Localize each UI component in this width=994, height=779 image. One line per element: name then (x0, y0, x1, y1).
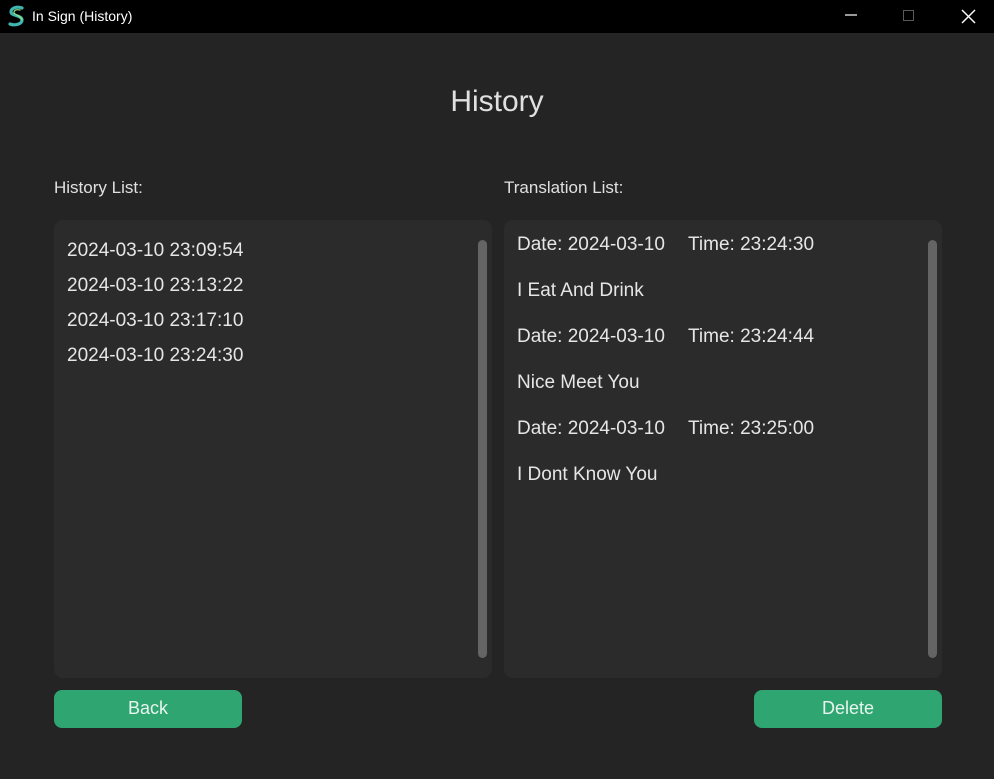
history-list[interactable]: 2024-03-10 23:09:54 2024-03-10 23:13:22 … (54, 220, 492, 678)
translation-time: Time: 23:24:30 (688, 234, 815, 255)
window-title: In Sign (History) (32, 8, 133, 24)
maximize-icon (903, 10, 914, 21)
translation-list-label: Translation List: (504, 178, 624, 197)
translation-text: I Dont Know You (517, 464, 658, 485)
page-title: History (450, 85, 544, 118)
translation-text: I Eat And Drink (517, 280, 644, 301)
app-logo-icon (7, 5, 26, 27)
minimize-button[interactable] (822, 0, 880, 33)
history-item[interactable]: 2024-03-10 23:09:54 (67, 240, 243, 262)
translation-text: Nice Meet You (517, 372, 640, 393)
translation-list-scrollbar[interactable] (928, 240, 937, 658)
minimize-icon (845, 14, 857, 16)
translation-list: Date: 2024-03-10 Time: 23:24:30 I Eat An… (504, 220, 942, 678)
back-button[interactable]: Back (54, 690, 242, 728)
history-item[interactable]: 2024-03-10 23:17:10 (67, 310, 243, 332)
maximize-button[interactable] (880, 0, 938, 33)
history-item[interactable]: 2024-03-10 23:13:22 (67, 275, 243, 297)
translation-date: Date: 2024-03-10 (517, 326, 665, 347)
translation-time: Time: 23:24:44 (688, 326, 815, 347)
delete-button[interactable]: Delete (754, 690, 942, 728)
translation-date: Date: 2024-03-10 (517, 418, 665, 439)
close-button[interactable] (938, 0, 994, 33)
history-item[interactable]: 2024-03-10 23:24:30 (67, 345, 243, 367)
translation-time: Time: 23:25:00 (688, 418, 815, 439)
history-list-scrollbar[interactable] (478, 240, 487, 658)
translation-date: Date: 2024-03-10 (517, 234, 665, 255)
history-list-label: History List: (54, 178, 143, 197)
close-icon (961, 9, 976, 24)
title-bar: In Sign (History) (0, 0, 994, 33)
